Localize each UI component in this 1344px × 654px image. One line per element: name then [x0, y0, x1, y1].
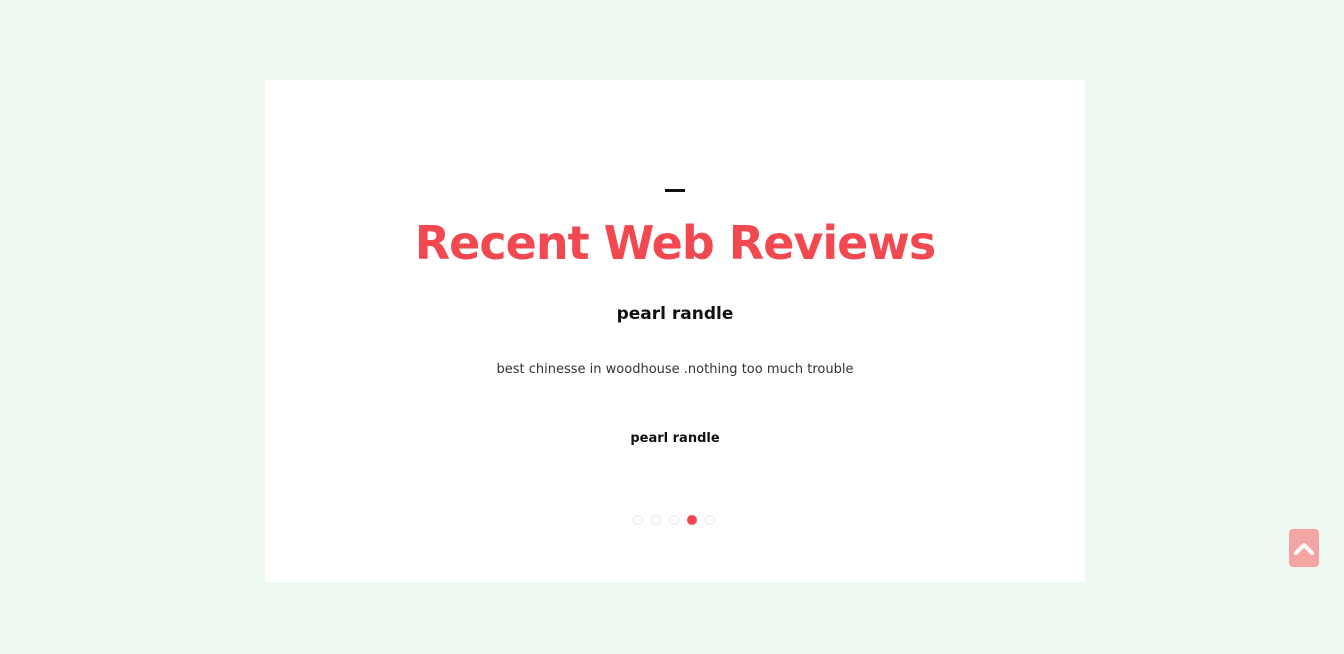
back-to-top-button[interactable] — [1289, 529, 1319, 567]
review-text: best chinesse in woodhouse .nothing too … — [496, 362, 854, 377]
section-title: Recent Web Reviews — [414, 216, 937, 270]
carousel-dot-4[interactable] — [687, 515, 697, 525]
carousel-dot-3[interactable] — [669, 515, 679, 525]
carousel-pagination — [633, 515, 715, 527]
carousel-dot-1[interactable] — [633, 515, 643, 525]
title-divider — [665, 189, 685, 192]
carousel-dot-2[interactable] — [651, 515, 661, 525]
carousel-dot-5[interactable] — [705, 515, 715, 525]
chevron-up-icon — [1293, 541, 1315, 555]
review-author: pearl randle — [630, 431, 720, 446]
reviews-card: Recent Web Reviews pearl randle best chi… — [265, 80, 1085, 582]
reviewer-name: pearl randle — [616, 304, 734, 324]
